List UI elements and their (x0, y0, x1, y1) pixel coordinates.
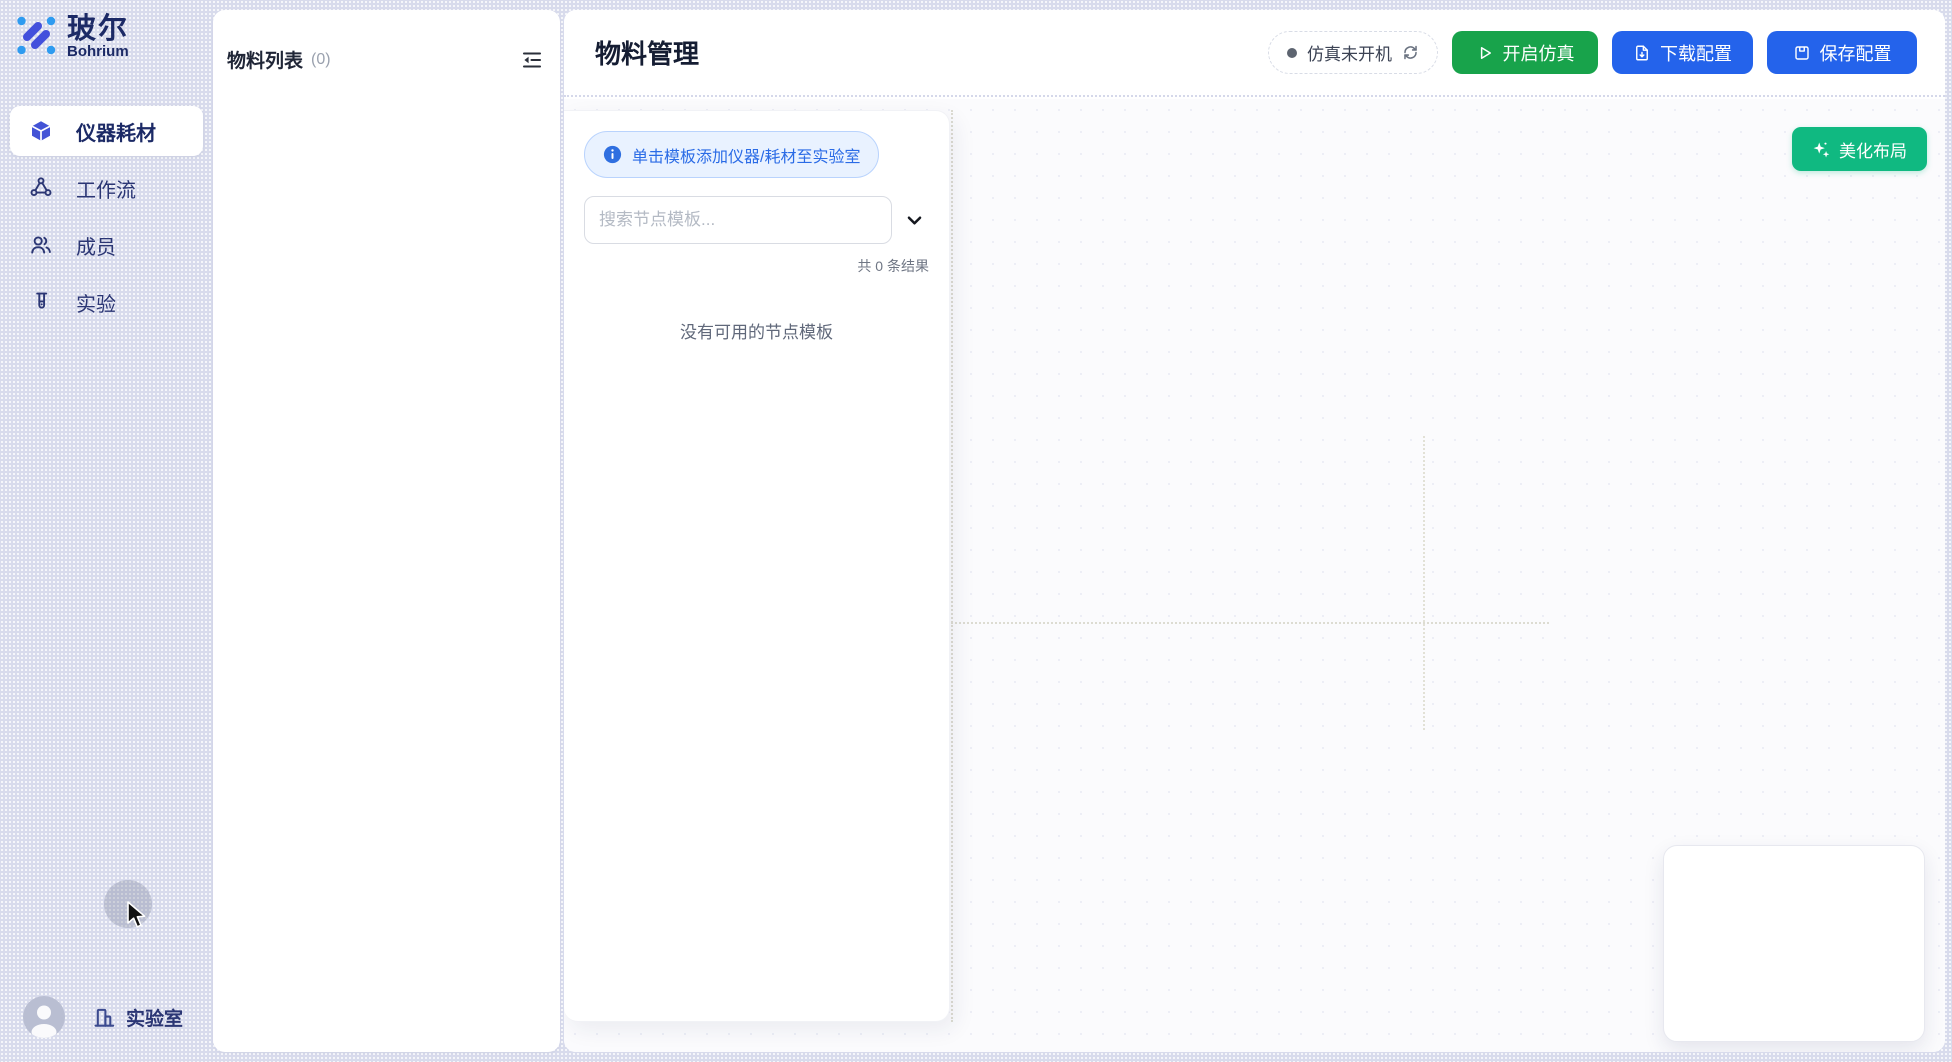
zone-divider-horizontal (951, 622, 1549, 624)
sidebar-item-label: 成员 (76, 231, 116, 260)
beautify-layout-label: 美化布局 (1839, 137, 1907, 162)
start-simulation-button[interactable]: 开启仿真 (1452, 31, 1598, 74)
template-result-count: 共 0 条结果 (584, 256, 929, 276)
info-icon (603, 145, 622, 164)
template-search-row (584, 196, 929, 244)
collapse-panel-icon[interactable] (520, 48, 544, 72)
page-title: 物料管理 (595, 34, 699, 71)
minimap-panel[interactable] (1663, 845, 1925, 1042)
file-download-icon (1633, 44, 1651, 62)
status-dot-icon (1287, 48, 1297, 58)
play-icon (1476, 44, 1494, 62)
save-config-label: 保存配置 (1820, 40, 1892, 66)
sidebar-item-instruments[interactable]: 仪器耗材 (10, 106, 203, 156)
building-icon (91, 1004, 117, 1030)
header-actions: 仿真未开机 (1268, 31, 1917, 74)
material-list-title: 物料列表 (227, 46, 303, 73)
brand-name-en: Bohrium (67, 44, 129, 61)
sidebar-item-label: 实验 (76, 288, 116, 317)
sidebar-item-label: 工作流 (76, 174, 136, 203)
sparkles-icon (1812, 140, 1831, 159)
beautify-layout-button[interactable]: 美化布局 (1792, 127, 1927, 171)
main-header: 物料管理 仿真未开机 (564, 10, 1945, 97)
download-config-label: 下载配置 (1660, 40, 1732, 66)
brand-name-zh: 玻尔 (67, 14, 129, 44)
sidebar-item-experiment[interactable]: 实验 (10, 277, 203, 327)
user-avatar[interactable] (23, 996, 65, 1038)
brand-logo[interactable]: 玻尔 Bohrium (14, 13, 129, 62)
members-icon (29, 233, 53, 257)
lab-switcher[interactable]: 实验室 (91, 1004, 183, 1031)
chevron-down-icon[interactable] (899, 205, 929, 235)
main-panel: 物料管理 仿真未开机 (564, 10, 1945, 1052)
template-empty-text: 没有可用的节点模板 (584, 318, 929, 343)
sidebar-item-workflow[interactable]: 工作流 (10, 163, 203, 213)
app-root: 玻尔 Bohrium 仪器耗材 工作流 (0, 0, 1952, 1062)
sidebar-nav: 仪器耗材 工作流 (10, 106, 203, 334)
template-hint-text: 单击模板添加仪器/耗材至实验室 (632, 143, 860, 167)
sidebar-item-members[interactable]: 成员 (10, 220, 203, 270)
start-simulation-label: 开启仿真 (1503, 40, 1575, 66)
template-search-input[interactable] (584, 196, 892, 244)
download-config-button[interactable]: 下载配置 (1612, 31, 1753, 74)
experiment-icon (29, 290, 53, 314)
cube-icon (29, 119, 53, 143)
material-list-header: 物料列表 (0) (213, 10, 560, 73)
lab-label: 实验室 (126, 1004, 183, 1031)
workflow-icon (29, 176, 53, 200)
simulation-status-label: 仿真未开机 (1307, 40, 1392, 65)
save-config-button[interactable]: 保存配置 (1767, 31, 1917, 74)
material-list-count: (0) (311, 51, 331, 69)
template-panel: 单击模板添加仪器/耗材至实验室 共 0 条结果 没有可用的节点模板 (564, 110, 950, 1022)
save-icon (1793, 44, 1811, 62)
template-hint-banner: 单击模板添加仪器/耗材至实验室 (584, 131, 879, 178)
lab-canvas[interactable]: 美化布局 单击模板添加仪器/耗材至实验室 (564, 99, 1945, 1052)
refresh-icon[interactable] (1402, 44, 1419, 61)
sidebar-item-label: 仪器耗材 (76, 117, 156, 146)
cursor-pointer (126, 901, 150, 933)
sidebar-footer: 实验室 (0, 996, 213, 1038)
zone-divider-vertical (1423, 436, 1425, 730)
material-list-panel: 物料列表 (0) (213, 10, 560, 1052)
bohrium-logo-icon (14, 13, 58, 62)
zone-divider-vertical (951, 110, 953, 1022)
simulation-status-pill[interactable]: 仿真未开机 (1268, 31, 1438, 74)
